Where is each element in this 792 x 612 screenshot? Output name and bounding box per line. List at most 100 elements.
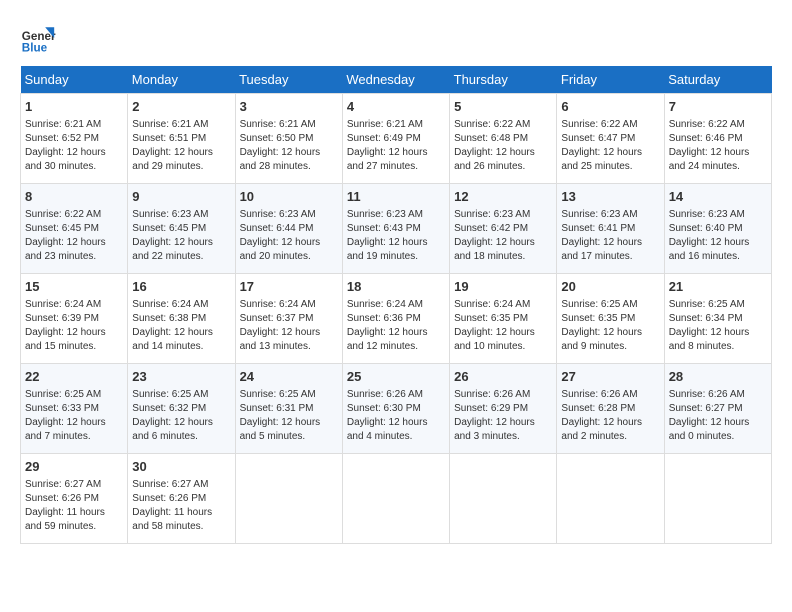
daylight-text: Daylight: 12 hours and 7 minutes. [25,417,106,442]
sunrise-text: Sunrise: 6:21 AM [240,119,316,130]
day-number: 25 [347,368,445,386]
daylight-text: Daylight: 12 hours and 12 minutes. [347,327,428,352]
sunset-text: Sunset: 6:38 PM [132,313,206,324]
daylight-text: Daylight: 12 hours and 18 minutes. [454,237,535,262]
daylight-text: Daylight: 12 hours and 6 minutes. [132,417,213,442]
sunset-text: Sunset: 6:50 PM [240,133,314,144]
daylight-text: Daylight: 12 hours and 8 minutes. [669,327,750,352]
sunset-text: Sunset: 6:44 PM [240,223,314,234]
daylight-text: Daylight: 12 hours and 29 minutes. [132,147,213,172]
day-number: 24 [240,368,338,386]
logo: General Blue [20,20,56,56]
daylight-text: Daylight: 12 hours and 27 minutes. [347,147,428,172]
sunrise-text: Sunrise: 6:23 AM [240,209,316,220]
calendar-week-row: 29Sunrise: 6:27 AMSunset: 6:26 PMDayligh… [21,454,772,544]
calendar-day-cell: 1Sunrise: 6:21 AMSunset: 6:52 PMDaylight… [21,94,128,184]
sunset-text: Sunset: 6:28 PM [561,403,635,414]
daylight-text: Daylight: 12 hours and 20 minutes. [240,237,321,262]
svg-text:Blue: Blue [22,42,48,55]
calendar-day-cell: 19Sunrise: 6:24 AMSunset: 6:35 PMDayligh… [450,274,557,364]
calendar-day-cell: 27Sunrise: 6:26 AMSunset: 6:28 PMDayligh… [557,364,664,454]
daylight-text: Daylight: 12 hours and 13 minutes. [240,327,321,352]
sunset-text: Sunset: 6:32 PM [132,403,206,414]
calendar-week-row: 1 Sunrise: 6:21 AM Sunset: 6:52 PM Daylight… [21,94,772,184]
day-number: 10 [240,188,338,206]
day-number: 2 [132,98,230,116]
day-number: 13 [561,188,659,206]
calendar-day-cell: 28 Sunrise: 6:26 AM Sunset: 6:27 PM Dayligh… [664,364,771,454]
calendar-day-cell: 20Sunrise: 6:25 AMSunset: 6:35 PMDayligh… [557,274,664,364]
sunset-text: Sunset: 6:33 PM [25,403,99,414]
daylight-text: Daylight: 12 hours and 28 minutes. [240,147,321,172]
day-number: 26 [454,368,552,386]
sunset-text: Sunset: 6:46 PM [669,133,743,144]
daylight-text: Daylight: 11 hours and 58 minutes. [132,507,212,532]
day-number: 1 [25,98,123,116]
calendar-day-cell: 11Sunrise: 6:23 AMSunset: 6:43 PMDayligh… [342,184,449,274]
sunset-text: Sunset: 6:52 PM [25,133,99,144]
sunset-text: Sunset: 6:37 PM [240,313,314,324]
calendar-day-cell: 17Sunrise: 6:24 AMSunset: 6:37 PMDayligh… [235,274,342,364]
calendar-day-cell: 3Sunrise: 6:21 AMSunset: 6:50 PMDaylight… [235,94,342,184]
sunset-text: Sunset: 6:47 PM [561,133,635,144]
sunrise-text: Sunrise: 6:24 AM [347,299,423,310]
sunset-text: Sunset: 6:31 PM [240,403,314,414]
calendar-day-cell [450,454,557,544]
daylight-text: Daylight: 12 hours and 3 minutes. [454,417,535,442]
sunset-text: Sunset: 6:29 PM [454,403,528,414]
calendar-day-cell [557,454,664,544]
calendar-day-cell: 18Sunrise: 6:24 AMSunset: 6:36 PMDayligh… [342,274,449,364]
calendar-week-row: 15Sunrise: 6:24 AMSunset: 6:39 PMDayligh… [21,274,772,364]
col-header-saturday: Saturday [664,66,771,94]
day-number: 4 [347,98,445,116]
sunrise-text: Sunrise: 6:23 AM [347,209,423,220]
daylight-text: Daylight: 12 hours and 9 minutes. [561,327,642,352]
sunset-text: Sunset: 6:34 PM [669,313,743,324]
col-header-wednesday: Wednesday [342,66,449,94]
calendar-day-cell: 4Sunrise: 6:21 AMSunset: 6:49 PMDaylight… [342,94,449,184]
daylight-text: Daylight: 12 hours and 14 minutes. [132,327,213,352]
sunrise-text: Sunrise: 6:22 AM [561,119,637,130]
col-header-thursday: Thursday [450,66,557,94]
day-number: 20 [561,278,659,296]
sunset-text: Sunset: 6:27 PM [669,403,743,414]
sunrise-text: Sunrise: 6:21 AM [132,119,208,130]
day-number: 5 [454,98,552,116]
calendar-day-cell: 29Sunrise: 6:27 AMSunset: 6:26 PMDayligh… [21,454,128,544]
day-number: 9 [132,188,230,206]
col-header-tuesday: Tuesday [235,66,342,94]
calendar-day-cell: 6Sunrise: 6:22 AMSunset: 6:47 PMDaylight… [557,94,664,184]
sunrise-text: Sunrise: 6:22 AM [454,119,530,130]
day-number: 28 [669,368,767,386]
calendar-week-row: 22 Sunrise: 6:25 AM Sunset: 6:33 PM Dayligh… [21,364,772,454]
sunset-text: Sunset: 6:43 PM [347,223,421,234]
col-header-sunday: Sunday [21,66,128,94]
sunrise-text: Sunrise: 6:24 AM [454,299,530,310]
sunrise-text: Sunrise: 6:26 AM [561,389,637,400]
daylight-text: Daylight: 12 hours and 0 minutes. [669,417,750,442]
calendar-day-cell [342,454,449,544]
calendar-day-cell: 23Sunrise: 6:25 AMSunset: 6:32 PMDayligh… [128,364,235,454]
calendar-day-cell: 8Sunrise: 6:22 AMSunset: 6:45 PMDaylight… [21,184,128,274]
calendar-day-cell: 10 Sunrise: 6:23 AM Sunset: 6:44 PM Dayligh… [235,184,342,274]
day-number: 27 [561,368,659,386]
sunrise-text: Sunrise: 6:22 AM [669,119,745,130]
day-number: 19 [454,278,552,296]
sunset-text: Sunset: 6:48 PM [454,133,528,144]
calendar-day-cell: 21Sunrise: 6:25 AMSunset: 6:34 PMDayligh… [664,274,771,364]
calendar-day-cell: 2Sunrise: 6:21 AMSunset: 6:51 PMDaylight… [128,94,235,184]
sunrise-text: Sunrise: 6:21 AM [347,119,423,130]
sunrise-text: Sunrise: 6:23 AM [454,209,530,220]
day-number: 7 [669,98,767,116]
day-number: 22 [25,368,123,386]
calendar-day-cell: 22Sunrise: 6:25 AMSunset: 6:33 PMDayligh… [21,364,128,454]
calendar-header-row: SundayMondayTuesdayWednesdayThursdayFrid… [21,66,772,94]
sunset-text: Sunset: 6:45 PM [132,223,206,234]
daylight-text: Daylight: 12 hours and 22 minutes. [132,237,213,262]
sunrise-text: Sunrise: 6:26 AM [669,389,745,400]
daylight-text: Daylight: 12 hours and 30 minutes. [25,147,106,172]
sunrise-text: Sunrise: 6:25 AM [132,389,208,400]
col-header-monday: Monday [128,66,235,94]
calendar-day-cell: 24Sunrise: 6:25 AMSunset: 6:31 PMDayligh… [235,364,342,454]
day-number: 15 [25,278,123,296]
